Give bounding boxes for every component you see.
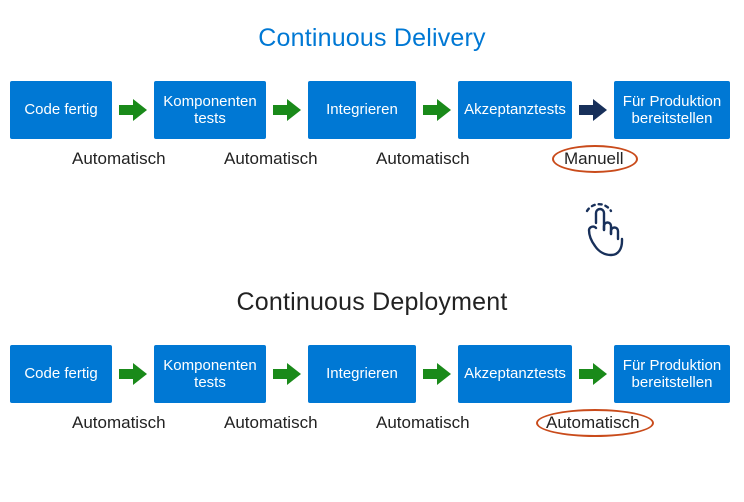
step-akzeptanztests: Akzeptanztests xyxy=(458,345,572,403)
arrow-auto-icon xyxy=(416,361,458,387)
title-delivery: Continuous Delivery xyxy=(0,24,744,53)
section-continuous-deployment: Continuous Deployment Code fertig Kompon… xyxy=(0,288,744,439)
label-auto: Automatisch xyxy=(224,149,318,169)
pipeline-row-deployment: Code fertig Komponenten tests Integriere… xyxy=(0,345,744,403)
arrow-auto-icon xyxy=(572,361,614,387)
label-auto: Automatisch xyxy=(376,149,470,169)
step-akzeptanztests: Akzeptanztests xyxy=(458,81,572,139)
section-continuous-delivery: Continuous Delivery Code fertig Komponen… xyxy=(0,24,744,175)
step-komponententests: Komponenten tests xyxy=(154,345,266,403)
arrow-auto-icon xyxy=(266,97,308,123)
arrow-auto-icon xyxy=(112,361,154,387)
label-manuell: Manuell xyxy=(564,149,624,169)
step-code-fertig: Code fertig xyxy=(10,81,112,139)
label-auto: Automatisch xyxy=(72,413,166,433)
step-komponententests: Komponenten tests xyxy=(154,81,266,139)
label-auto: Automatisch xyxy=(72,149,166,169)
label-auto: Automatisch xyxy=(224,413,318,433)
hand-tap-icon xyxy=(574,202,624,265)
title-deployment: Continuous Deployment xyxy=(0,288,744,317)
step-produktion: Für Produktion bereitstellen xyxy=(614,345,730,403)
arrow-labels-deployment: Automatisch Automatisch Automatisch Auto… xyxy=(0,413,744,439)
step-integrieren: Integrieren xyxy=(308,345,416,403)
arrow-labels-delivery: Automatisch Automatisch Automatisch Manu… xyxy=(0,149,744,175)
label-auto: Automatisch xyxy=(546,413,640,433)
arrow-auto-icon xyxy=(416,97,458,123)
pipeline-row-delivery: Code fertig Komponenten tests Integriere… xyxy=(0,81,744,139)
arrow-auto-icon xyxy=(112,97,154,123)
arrow-auto-icon xyxy=(266,361,308,387)
label-auto: Automatisch xyxy=(376,413,470,433)
step-produktion: Für Produktion bereitstellen xyxy=(614,81,730,139)
step-integrieren: Integrieren xyxy=(308,81,416,139)
arrow-manual-icon xyxy=(572,97,614,123)
step-code-fertig: Code fertig xyxy=(10,345,112,403)
